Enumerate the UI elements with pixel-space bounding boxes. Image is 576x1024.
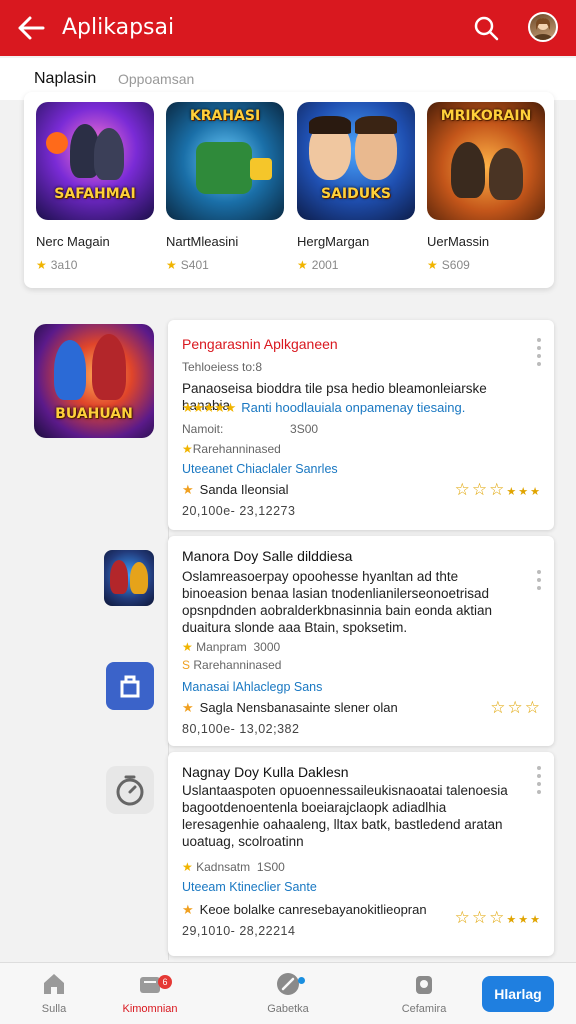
- app-card[interactable]: Pengarasnin Aplkganeen Tehloeiess to:8 P…: [168, 320, 554, 530]
- featured-item[interactable]: KRAHASI NartMleasini ★ S401: [166, 102, 286, 282]
- star-icon: ★: [166, 258, 177, 272]
- card-date: 80,100e- 13,02;382: [182, 722, 300, 736]
- rating-line: ★★★★★ Ranti hoodlauiala onpamenay tiesain…: [182, 400, 466, 415]
- stat-line: ★ Kadnsatm 1S00: [182, 860, 285, 874]
- star-icon: ★: [182, 442, 193, 456]
- rate-stars-icon[interactable]: ☆☆☆★★★: [455, 908, 542, 928]
- publisher-line: ★ Keoe bolalke canresebayanokitlieopran: [182, 902, 427, 917]
- stat-line: ★ Manpram 3000: [182, 640, 281, 654]
- app-card[interactable]: Manora Doy Salle dilddiesa Oslamreasoerp…: [168, 536, 554, 746]
- timer-icon[interactable]: [106, 766, 154, 814]
- card-description: Oslamreasoerpay opoohesse hyanltan ad th…: [182, 569, 492, 635]
- card-description: Uslantaaspoten opuoennessaileukisnaoatai…: [182, 783, 508, 849]
- bag-icon[interactable]: [106, 662, 154, 710]
- app-bar: Aplikapsai: [0, 0, 576, 56]
- more-options-icon[interactable]: [536, 338, 542, 366]
- card-link[interactable]: Uteeam Ktineclier Sante: [182, 880, 317, 894]
- featured-item[interactable]: SAFAHMAI Nerc Magain ★ 3a10: [36, 102, 156, 282]
- star-icon: ★: [427, 258, 438, 272]
- app-icon[interactable]: [104, 550, 154, 606]
- app-card[interactable]: Nagnay Doy Kulla Daklesn Uslantaaspoten …: [168, 752, 554, 956]
- wrench-icon: [277, 973, 299, 995]
- primary-action-button[interactable]: Hlarlag: [482, 976, 554, 1012]
- app-title: Aplikapsai: [62, 15, 175, 40]
- card-date: 20,100e- 23,12273: [182, 504, 296, 518]
- game-rating: ★ S609: [427, 258, 470, 272]
- game-thumbnail[interactable]: BUAHUAN: [34, 324, 154, 438]
- star-icon: ★: [36, 258, 47, 272]
- notification-badge: 6: [158, 975, 172, 989]
- featured-carousel[interactable]: SAFAHMAI Nerc Magain ★ 3a10 KRAHASI NartM…: [24, 92, 554, 288]
- thumbnail-logo: SAFAHMAI: [54, 186, 136, 202]
- game-thumbnail[interactable]: MRIKORAIN: [427, 102, 545, 220]
- game-rating: ★ 2001: [297, 258, 339, 272]
- section-title: Naplasin: [34, 70, 97, 87]
- game-name: HergMargan: [297, 234, 370, 249]
- nav-item-home[interactable]: Sulla: [14, 971, 94, 1021]
- thumbnail-logo: BUAHUAN: [55, 406, 133, 422]
- camera-icon: [416, 976, 432, 994]
- home-icon: [44, 974, 64, 994]
- card-link[interactable]: Manasai lAhlaclegp Sans: [182, 680, 322, 694]
- star-icon: ★: [182, 482, 194, 497]
- search-icon[interactable]: [472, 14, 500, 42]
- card-title[interactable]: Pengarasnin Aplkganeen: [182, 336, 338, 352]
- more-options-icon[interactable]: [536, 766, 542, 794]
- avatar[interactable]: [528, 12, 558, 42]
- featured-item[interactable]: SAIDUKS HergMargan ★ 2001: [297, 102, 417, 282]
- more-options-icon[interactable]: [536, 570, 542, 590]
- rate-stars-icon[interactable]: ☆☆☆★★★: [455, 480, 542, 500]
- star-icon: ★: [182, 860, 193, 874]
- nav-item-camera[interactable]: Cefamira: [384, 971, 464, 1021]
- five-star-icon: ★★★★★: [182, 400, 236, 415]
- game-thumbnail[interactable]: KRAHASI: [166, 102, 284, 220]
- star-icon: ★: [182, 700, 194, 715]
- star-icon: ★: [182, 640, 193, 654]
- game-thumbnail[interactable]: SAIDUKS: [297, 102, 415, 220]
- card-date: 29,1010- 28,22214: [182, 924, 296, 938]
- featured-item[interactable]: MRIKORAIN UerMassin ★ S609: [427, 102, 547, 282]
- game-name: UerMassin: [427, 234, 490, 249]
- category-line: S Rarehanninased: [182, 658, 282, 672]
- nav-item-tools[interactable]: Gabetka: [248, 971, 328, 1021]
- stat-line: Namoit: 3S00: [182, 422, 319, 436]
- game-rating: ★ S401: [166, 258, 209, 272]
- game-rating: ★ 3a10: [36, 258, 78, 272]
- card-link[interactable]: Uteeanet Chiaclaler Sanrles: [182, 462, 338, 476]
- rate-stars-icon[interactable]: ☆☆☆: [490, 698, 542, 718]
- star-icon: ★: [297, 258, 308, 272]
- section-subtitle: Oppoamsan: [118, 71, 195, 87]
- update-dot: [298, 977, 305, 984]
- game-thumbnail[interactable]: SAFAHMAI: [36, 102, 154, 220]
- back-arrow-icon[interactable]: [16, 14, 46, 42]
- thumbnail-logo: MRIKORAIN: [440, 108, 532, 124]
- card-title[interactable]: Nagnay Doy Kulla Daklesn: [182, 764, 349, 780]
- publisher-line: ★ Sanda Ileonsial: [182, 482, 289, 497]
- card-title[interactable]: Manora Doy Salle dilddiesa: [182, 548, 352, 564]
- game-name: NartMleasini: [166, 234, 239, 249]
- category-line: ★Rarehanninased: [182, 442, 281, 456]
- nav-item-notifications[interactable]: 6 Kimomnian: [110, 971, 190, 1021]
- star-icon: ★: [182, 902, 194, 917]
- thumbnail-logo: KRAHASI: [189, 108, 261, 124]
- publisher-line: ★ Sagla Nensbanasainte slener olan: [182, 700, 398, 715]
- thumbnail-logo: SAIDUKS: [320, 186, 392, 202]
- card-meta: Tehloeiess to:8: [182, 360, 263, 374]
- game-name: Nerc Magain: [36, 234, 110, 249]
